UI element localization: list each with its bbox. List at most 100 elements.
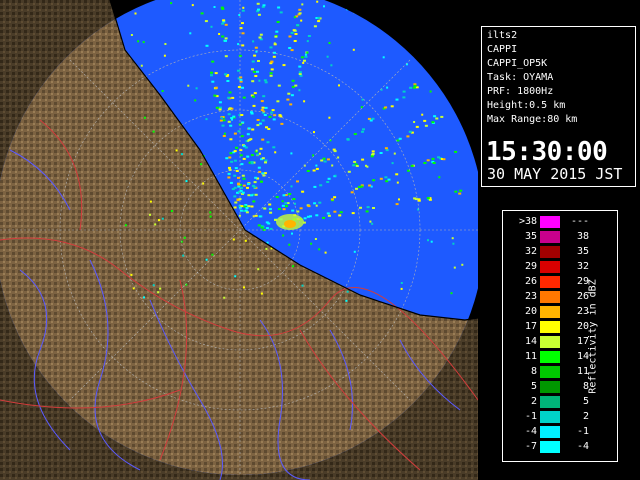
echo-cell <box>331 164 334 167</box>
echo-cell <box>264 161 267 164</box>
echo-cell <box>278 208 281 210</box>
echo-cell <box>239 189 243 192</box>
echo-cell <box>224 23 228 26</box>
echo-cell <box>453 266 456 269</box>
echo-cell <box>250 194 253 197</box>
echo-cell <box>195 87 198 90</box>
echo-cell <box>274 35 278 38</box>
echo-cell <box>231 96 235 99</box>
echo-cell <box>159 287 162 290</box>
echo-cell <box>371 222 374 225</box>
echo-cell <box>233 150 237 153</box>
echo-cell <box>372 179 376 182</box>
echo-cell <box>459 189 463 192</box>
echo-cell <box>152 130 155 133</box>
echo-cell <box>227 172 231 175</box>
echo-cell <box>432 162 436 164</box>
echo-cell <box>316 0 319 3</box>
echo-cell <box>132 287 135 290</box>
echo-cell <box>200 12 204 15</box>
echo-cell <box>233 195 237 198</box>
echo-cell <box>241 191 245 194</box>
echo-cell <box>204 20 208 23</box>
echo-cell <box>170 2 173 5</box>
echo-cell <box>237 69 240 72</box>
echo-cell <box>318 248 321 251</box>
echo-cell <box>366 165 369 168</box>
echo-cell <box>284 202 288 205</box>
echo-cell <box>315 167 319 170</box>
echo-cell <box>288 35 292 38</box>
echo-cell <box>440 115 444 118</box>
echo-cell <box>250 162 254 165</box>
echo-cell <box>258 36 262 39</box>
echo-cell <box>306 170 310 172</box>
echo-cell <box>351 212 355 215</box>
legend-high-value: 5 <box>582 396 589 407</box>
legend-high-value: 29 <box>576 276 589 287</box>
echo-cell <box>182 254 185 257</box>
echo-cell <box>368 184 372 187</box>
echo-cell <box>260 226 264 229</box>
echo-cell <box>240 205 244 208</box>
echo-cell <box>413 197 417 200</box>
echo-cell <box>433 115 437 118</box>
product-label: CAPPI <box>487 44 518 55</box>
echo-cell <box>222 135 226 137</box>
echo-cell <box>439 86 442 89</box>
echo-cell <box>277 6 281 9</box>
legend-color-swatch <box>540 306 560 318</box>
legend-color-swatch <box>540 246 560 258</box>
echo-cell <box>269 46 273 49</box>
echo-cell <box>292 29 296 32</box>
echo-cell <box>263 114 267 116</box>
echo-cell <box>409 86 413 89</box>
legend-color-swatch <box>540 291 560 303</box>
echo-cell <box>298 12 302 15</box>
echo-cell <box>398 137 402 140</box>
echo-cell <box>175 149 178 152</box>
legend-high-value: -1 <box>576 426 589 437</box>
echo-cell <box>267 222 271 225</box>
echo-cell <box>361 158 365 161</box>
echo-cell <box>232 115 236 118</box>
echo-cell <box>242 6 245 9</box>
echo-cell <box>258 79 261 82</box>
echo-cell <box>261 157 265 160</box>
echo-cell <box>279 115 283 118</box>
echo-cell <box>246 133 250 136</box>
echo-cell <box>372 207 375 209</box>
legend-color-swatch <box>540 441 560 453</box>
echo-cell <box>242 177 246 180</box>
echo-cell <box>200 163 203 166</box>
echo-cell <box>259 33 263 36</box>
echo-cell <box>464 47 467 50</box>
radar-map[interactable] <box>0 0 478 480</box>
echo-cell <box>369 119 373 122</box>
echo-cell <box>240 135 244 138</box>
echo-cell <box>431 121 435 124</box>
echo-cell <box>245 207 249 209</box>
echo-cell <box>259 38 263 41</box>
echo-cell <box>224 39 227 42</box>
echo-cell <box>346 290 349 293</box>
echo-cell <box>467 47 470 50</box>
echo-cell <box>266 141 270 144</box>
echo-cell <box>440 158 443 160</box>
echo-cell <box>191 4 194 7</box>
echo-cell <box>263 172 267 175</box>
legend-color-swatch <box>540 336 560 348</box>
echo-cell <box>224 37 228 40</box>
echo-cell <box>366 206 370 209</box>
echo-cell <box>226 80 230 82</box>
echo-cell <box>271 109 275 112</box>
echo-cell <box>328 42 331 44</box>
echo-cell <box>258 122 262 125</box>
legend-high-value: 32 <box>576 261 589 272</box>
echo-cell <box>426 159 430 162</box>
echo-cell <box>240 163 244 166</box>
legend-high-value: 2 <box>582 411 589 422</box>
echo-cell <box>291 79 295 82</box>
echo-cell <box>244 146 248 149</box>
echo-cell <box>353 133 357 135</box>
